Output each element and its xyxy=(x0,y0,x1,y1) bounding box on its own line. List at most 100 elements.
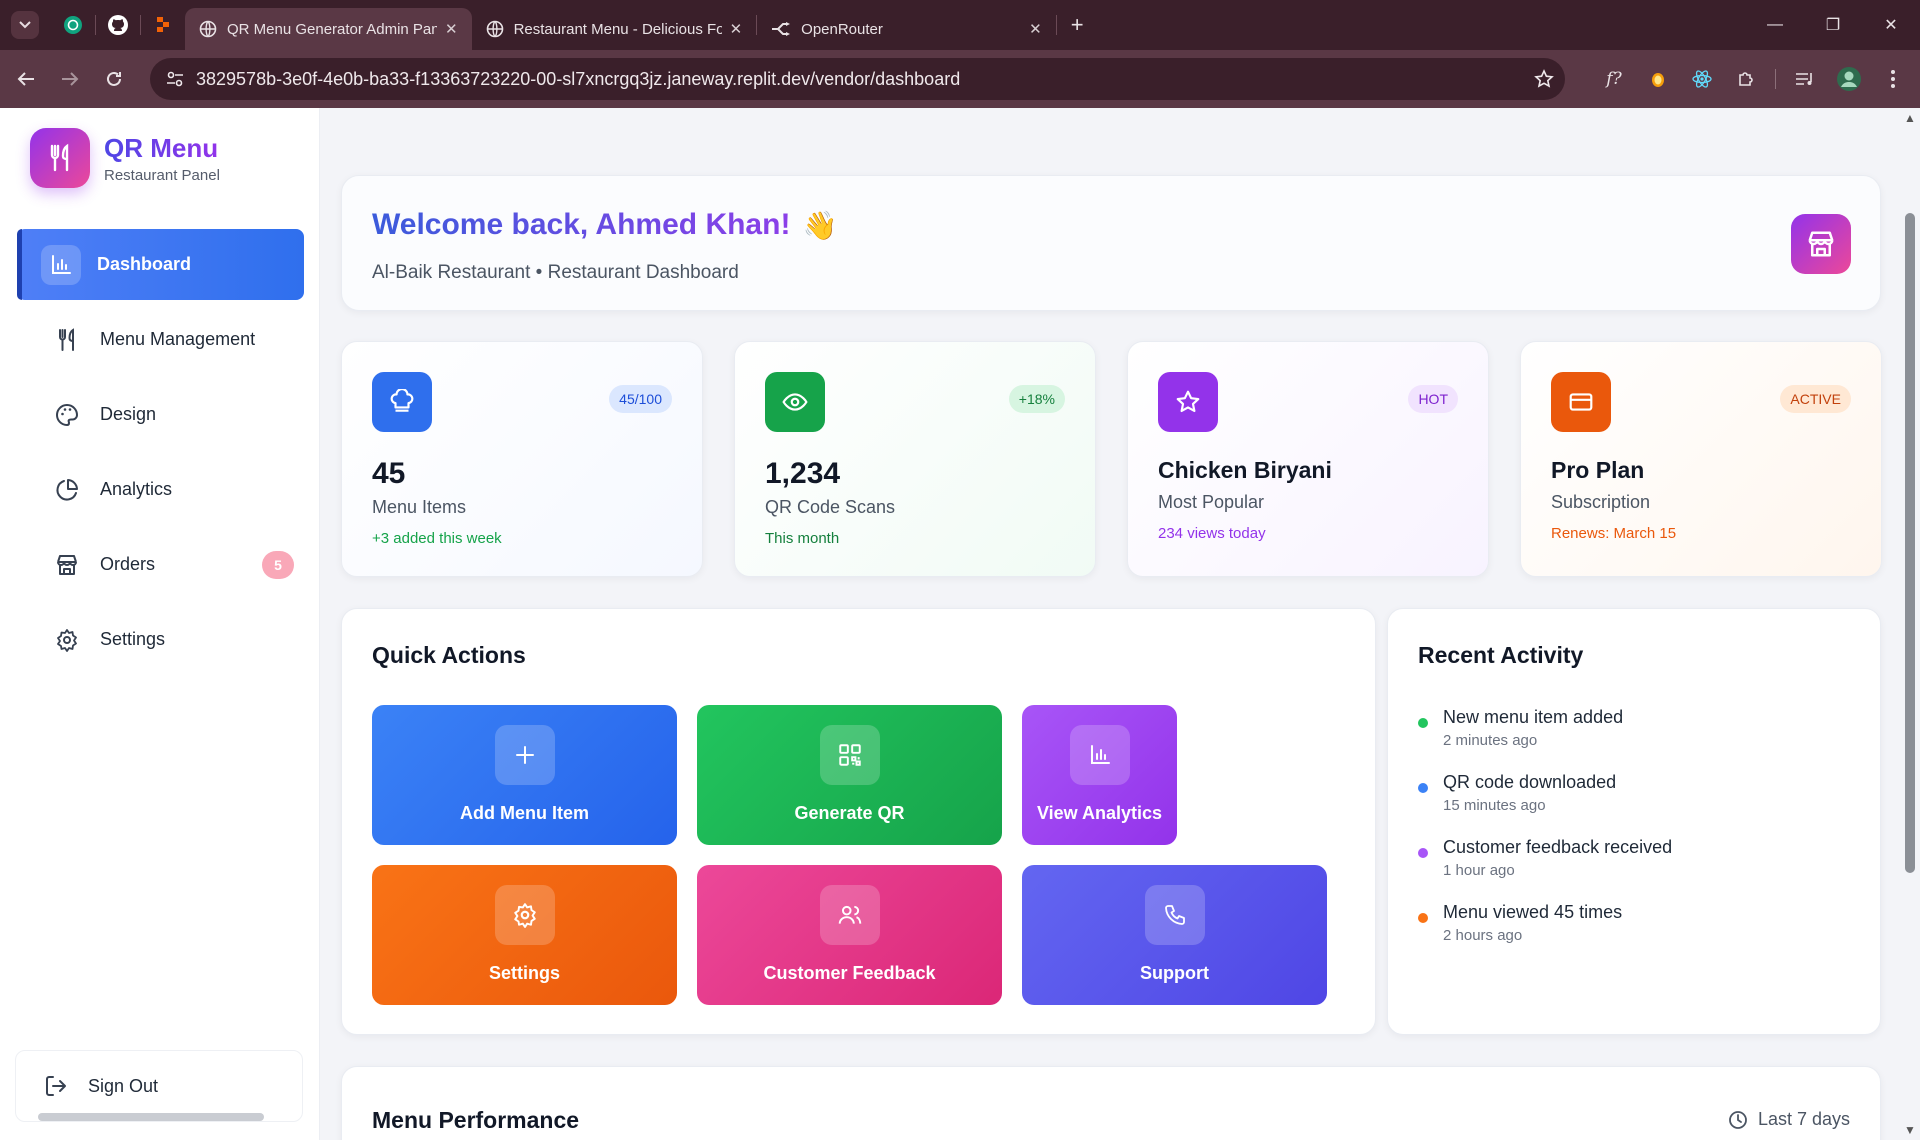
activity-title: Menu viewed 45 times xyxy=(1443,902,1623,922)
bookmark-star-icon[interactable] xyxy=(1523,69,1565,89)
extensions-puzzle-icon[interactable] xyxy=(1731,64,1761,94)
address-bar[interactable]: 3829578b-3e0f-4e0b-ba33-f13363723220-00-… xyxy=(150,58,1565,100)
new-tab-button[interactable]: + xyxy=(1071,12,1084,38)
generate-qr-button[interactable]: Generate QR xyxy=(697,705,1002,845)
forward-button[interactable] xyxy=(52,61,88,97)
reload-button[interactable] xyxy=(96,61,132,97)
add-menu-item-button[interactable]: Add Menu Item xyxy=(372,705,677,845)
stat-card-qr-scans[interactable]: +18% 1,234 QR Code Scans This month xyxy=(734,341,1096,577)
tab-search-button[interactable] xyxy=(11,11,39,39)
minimize-button[interactable]: — xyxy=(1746,0,1804,50)
activity-time: 2 hours ago xyxy=(1443,927,1523,944)
sidebar-item-menu-management[interactable]: Menu Management xyxy=(17,304,304,375)
sidebar-item-label: Design xyxy=(100,404,157,424)
sidebar-item-orders[interactable]: Orders 5 xyxy=(17,529,304,600)
replit-icon xyxy=(157,17,169,32)
globe-icon xyxy=(486,20,503,38)
sidebar-item-label: Analytics xyxy=(100,479,173,499)
settings-button[interactable]: Settings xyxy=(372,865,677,1005)
url-text[interactable]: 3829578b-3e0f-4e0b-ba33-f13363723220-00-… xyxy=(196,69,1523,90)
stat-label: Menu Items xyxy=(372,497,467,517)
sidebar-item-dashboard[interactable]: Dashboard xyxy=(17,229,304,300)
tab-qr-menu-admin[interactable]: QR Menu Generator Admin Panel ✕ xyxy=(185,8,472,50)
activity-title: New menu item added xyxy=(1443,707,1624,727)
store-button[interactable] xyxy=(1791,214,1851,274)
stat-card-subscription[interactable]: ACTIVE Pro Plan Subscription Renews: Mar… xyxy=(1520,341,1882,577)
menu-performance-title: Menu Performance xyxy=(372,1107,580,1133)
sidebar-item-label: Dashboard xyxy=(97,254,192,274)
sidebar: QR Menu Restaurant Panel Dashboard Menu … xyxy=(0,108,320,1140)
gear-icon xyxy=(494,885,555,945)
pinned-tab-replit-app[interactable] xyxy=(141,8,185,42)
tab-divider xyxy=(1055,15,1057,35)
utensils-logo-icon xyxy=(30,128,90,188)
pinned-tab-replit[interactable] xyxy=(51,8,95,42)
site-info-icon[interactable] xyxy=(154,71,196,87)
quick-action-label: Settings xyxy=(488,963,560,983)
arrow-right-icon xyxy=(62,72,79,86)
react-devtools-icon[interactable] xyxy=(1687,64,1717,94)
activity-title: QR code downloaded xyxy=(1443,772,1617,792)
scrollbar-thumb[interactable] xyxy=(1905,213,1915,873)
sidebar-item-settings[interactable]: Settings xyxy=(17,604,304,675)
qr-code-icon xyxy=(819,725,880,785)
menu-performance-card: Menu Performance Last 7 days xyxy=(341,1066,1881,1140)
sidebar-item-analytics[interactable]: Analytics xyxy=(17,454,304,525)
browser-toolbar: 3829578b-3e0f-4e0b-ba33-f13363723220-00-… xyxy=(0,50,1920,108)
chatgpt-icon xyxy=(64,16,82,34)
view-analytics-button[interactable]: View Analytics xyxy=(1022,705,1177,845)
activity-time: 15 minutes ago xyxy=(1443,797,1546,814)
chef-hat-icon xyxy=(372,372,432,432)
status-badge: +18% xyxy=(1008,385,1065,413)
page-scrollbar[interactable]: ▲ ▼ xyxy=(1900,108,1920,1140)
stat-card-most-popular[interactable]: HOT Chicken Biryani Most Popular 234 vie… xyxy=(1127,341,1489,577)
scroll-down-icon[interactable]: ▼ xyxy=(1904,1123,1916,1137)
tab-restaurant-menu[interactable]: Restaurant Menu - Delicious Food ✕ xyxy=(472,8,757,50)
tab-title: Restaurant Menu - Delicious Food xyxy=(513,20,722,38)
stat-value: Pro Plan xyxy=(1551,457,1645,483)
browser-menu-icon[interactable] xyxy=(1878,64,1908,94)
scroll-up-icon[interactable]: ▲ xyxy=(1904,111,1916,125)
extension-icon[interactable] xyxy=(1643,64,1673,94)
gear-icon xyxy=(50,628,84,652)
quick-action-label: Customer Feedback xyxy=(763,963,936,983)
brand-title: QR Menu xyxy=(104,132,219,163)
close-icon[interactable]: ✕ xyxy=(730,20,743,38)
date-range-selector[interactable]: Last 7 days xyxy=(1728,1109,1850,1130)
bar-chart-icon xyxy=(41,244,81,285)
sidebar-item-label: Menu Management xyxy=(100,329,256,349)
waving-hand-icon: 👋 xyxy=(802,209,838,241)
support-button[interactable]: Support xyxy=(1022,865,1327,1005)
browser-tab-strip: QR Menu Generator Admin Panel ✕ Restaura… xyxy=(0,0,1920,50)
stat-footer: This month xyxy=(765,530,840,547)
profile-avatar-icon[interactable] xyxy=(1834,64,1864,94)
activity-dot xyxy=(1418,718,1428,728)
sidebar-scrollbar[interactable] xyxy=(38,1113,264,1121)
github-icon xyxy=(108,15,128,35)
stat-label: QR Code Scans xyxy=(765,497,896,517)
welcome-banner: Welcome back, Ahmed Khan! 👋 Al-Baik Rest… xyxy=(341,175,1881,311)
sidebar-item-label: Settings xyxy=(100,629,166,649)
quick-action-label: Add Menu Item xyxy=(460,803,589,823)
restore-button[interactable]: ❐ xyxy=(1804,0,1862,50)
tab-title: OpenRouter xyxy=(801,20,883,38)
stat-card-menu-items[interactable]: 45/100 45 Menu Items +3 added this week xyxy=(341,341,703,577)
customer-feedback-button[interactable]: Customer Feedback xyxy=(697,865,1002,1005)
activity-dot xyxy=(1418,913,1428,923)
stat-value: 45 xyxy=(372,457,406,490)
pinned-tab-github[interactable] xyxy=(96,8,140,42)
stat-footer: +3 added this week xyxy=(372,530,502,547)
sign-out-button[interactable]: Sign Out xyxy=(15,1050,303,1122)
close-icon[interactable]: ✕ xyxy=(445,20,458,38)
toolbar-divider xyxy=(1775,69,1776,89)
formula-extension-icon[interactable]: f? xyxy=(1599,64,1629,94)
arrow-left-icon xyxy=(17,72,34,86)
sidebar-item-design[interactable]: Design xyxy=(17,379,304,450)
back-button[interactable] xyxy=(8,61,44,97)
close-window-button[interactable]: ✕ xyxy=(1862,0,1920,50)
brand[interactable]: QR Menu Restaurant Panel xyxy=(30,128,220,188)
quick-action-label: Support xyxy=(1140,963,1209,983)
close-icon[interactable]: ✕ xyxy=(1029,20,1042,38)
media-control-icon[interactable] xyxy=(1790,64,1820,94)
tab-openrouter[interactable]: OpenRouter ✕ xyxy=(757,8,1056,50)
